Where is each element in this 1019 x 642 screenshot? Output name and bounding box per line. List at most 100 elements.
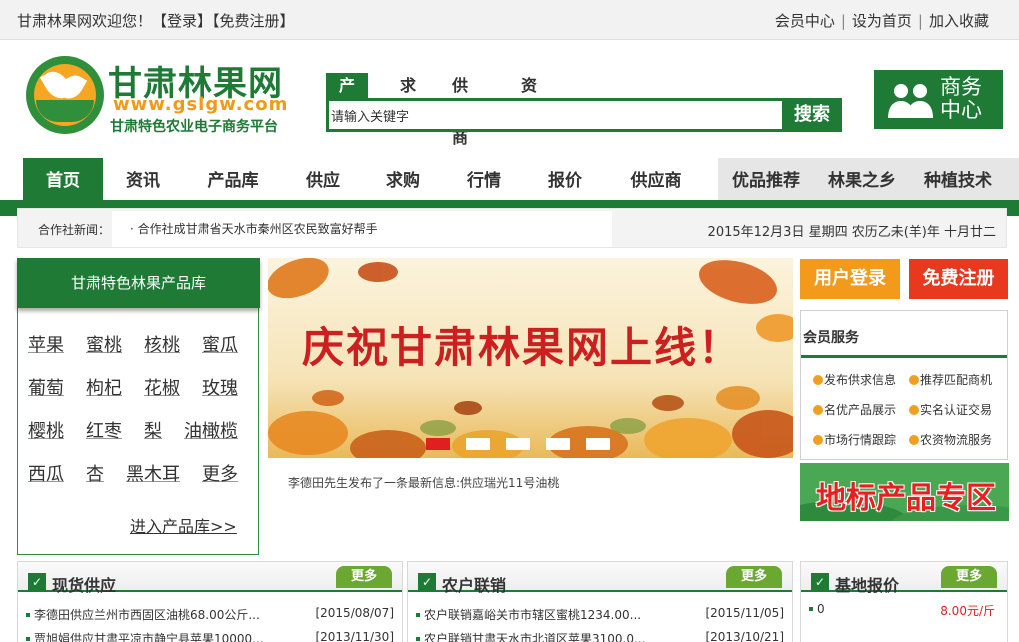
list-item-date: [2015/08/07] bbox=[315, 606, 394, 620]
nav-buy[interactable]: 求购 bbox=[372, 158, 434, 200]
section-header: ✓ 现货供应 更多 bbox=[18, 562, 402, 595]
search-input[interactable] bbox=[329, 101, 785, 129]
list-item-price: 8.00元/斤 bbox=[940, 604, 995, 618]
bullet-icon bbox=[809, 607, 813, 611]
spot-supply-section: ✓ 现货供应 更多 李德田供应兰州市西固区油桃68.00公斤... [2015/0… bbox=[17, 561, 403, 642]
farmer-joint-sales-section: ✓ 农户联销 更多 农户联销嘉峪关市市辖区蜜桃1234.00... [2015/1… bbox=[407, 561, 793, 642]
search-tab-product[interactable]: 产品 bbox=[326, 73, 369, 121]
list-item-text: 李德田供应兰州市西固区油桃68.00公斤... bbox=[34, 608, 260, 622]
member-divider bbox=[801, 355, 1007, 358]
product-link[interactable]: 玫瑰 bbox=[202, 374, 238, 400]
geo-products-banner[interactable]: 地标产品专区 bbox=[800, 463, 1009, 521]
nav-fruit-hometown[interactable]: 林果之乡 bbox=[822, 158, 902, 200]
search-tab-supplier[interactable]: 供应商 bbox=[452, 73, 468, 147]
list-item-text: 贾旭娟供应甘肃平凉市静宁县苹果10000... bbox=[34, 632, 264, 642]
nav-featured-group: 优品推荐 林果之乡 种植技术 bbox=[718, 158, 1019, 200]
free-register-button[interactable]: 免费注册 bbox=[909, 259, 1008, 299]
product-link[interactable]: 核桃 bbox=[144, 331, 180, 357]
search-tab-buy[interactable]: 求购 bbox=[400, 73, 416, 121]
base-quote-section: ✓ 基地报价 更多 0 8.00元/斤 bbox=[800, 561, 1008, 642]
section-title: 基地报价 bbox=[835, 576, 900, 595]
carousel-dot[interactable] bbox=[546, 438, 570, 450]
section-header: ✓ 基地报价 更多 bbox=[801, 562, 1007, 595]
product-library-title[interactable]: 甘肃特色林果产品库 bbox=[17, 258, 260, 308]
list-item[interactable]: 农户联销嘉峪关市市辖区蜜桃1234.00... [2015/11/05] bbox=[416, 606, 784, 626]
list-item-text: 农户联销嘉峪关市市辖区蜜桃1234.00... bbox=[424, 608, 642, 622]
nav-news[interactable]: 资讯 bbox=[112, 158, 174, 200]
product-link[interactable]: 梨 bbox=[144, 417, 162, 443]
nav-supplier[interactable]: 供应商 bbox=[616, 158, 696, 200]
nav-supply[interactable]: 供应 bbox=[292, 158, 354, 200]
login-link[interactable]: 【登录】 bbox=[152, 12, 212, 30]
list-item[interactable]: 贾旭娟供应甘肃平凉市静宁县苹果10000... [2013/11/30] bbox=[26, 630, 394, 642]
banner-headline: 庆祝甘肃林果网上线！ bbox=[302, 323, 743, 372]
set-homepage-link[interactable]: 设为首页 bbox=[852, 12, 912, 30]
latest-info-caption[interactable]: 李德田先生发布了一条最新信息:供应瑞光11号油桃 bbox=[288, 474, 559, 491]
service-link[interactable]: 农资物流服务 bbox=[909, 431, 992, 448]
add-favorite-link[interactable]: 加入收藏 bbox=[929, 12, 989, 30]
list-item[interactable]: 0 8.00元/斤 bbox=[809, 602, 999, 622]
product-link[interactable]: 苹果 bbox=[28, 331, 64, 357]
news-ticker[interactable]: · 合作社成甘肃省天水市秦州区农民致富好帮手 bbox=[112, 211, 612, 247]
top-links: 会员中心 | 设为首页 | 加入收藏 bbox=[775, 10, 989, 31]
nav-planting-tech[interactable]: 种植技术 bbox=[918, 158, 998, 200]
checkmark-icon: ✓ bbox=[418, 573, 436, 591]
product-link[interactable]: 蜜瓜 bbox=[202, 331, 238, 357]
carousel-dot[interactable] bbox=[426, 438, 450, 450]
user-login-button[interactable]: 用户登录 bbox=[800, 259, 900, 299]
service-link[interactable]: 发布供求信息 bbox=[813, 371, 896, 388]
nav-featured-products[interactable]: 优品推荐 bbox=[726, 158, 806, 200]
service-icon bbox=[813, 435, 823, 445]
product-link[interactable]: 樱桃 bbox=[28, 417, 64, 443]
more-button[interactable]: 更多 bbox=[941, 566, 997, 588]
member-center-link[interactable]: 会员中心 bbox=[775, 12, 835, 30]
main-nav: 首页 资讯 产品库 供应 求购 行情 报价 供应商 优品推荐 林果之乡 种植技术 bbox=[0, 158, 1019, 200]
carousel-dot[interactable] bbox=[466, 438, 490, 450]
product-link[interactable]: 油橄榄 bbox=[184, 417, 238, 443]
site-logo-icon[interactable] bbox=[26, 56, 104, 134]
enter-product-library-link[interactable]: 进入产品库>> bbox=[130, 513, 237, 537]
product-link[interactable]: 西瓜 bbox=[28, 460, 64, 486]
product-library-panel: 甘肃特色林果产品库 苹果 蜜桃 核桃 蜜瓜 葡萄 枸杞 花椒 玫瑰 樱桃 红枣 … bbox=[17, 258, 260, 555]
checkmark-icon: ✓ bbox=[28, 573, 46, 591]
business-center-line1: 商务 bbox=[940, 75, 982, 99]
search-box: 搜索 bbox=[326, 98, 842, 132]
carousel-dot[interactable] bbox=[586, 438, 610, 450]
member-services-box: 会员服务 发布供求信息 推荐匹配商机 名优产品展示 实名认证交易 市场行情跟踪 … bbox=[800, 310, 1008, 460]
product-link[interactable]: 红枣 bbox=[86, 417, 122, 443]
section-header: ✓ 农户联销 更多 bbox=[408, 562, 792, 595]
product-link[interactable]: 蜜桃 bbox=[86, 331, 122, 357]
hero-banner[interactable]: 庆祝甘肃林果网上线！ bbox=[268, 258, 793, 458]
service-link[interactable]: 实名认证交易 bbox=[909, 401, 992, 418]
top-bar: 甘肃林果网欢迎您！【登录】【免费注册】 会员中心 | 设为首页 | 加入收藏 bbox=[0, 0, 1019, 40]
list-item[interactable]: 李德田供应兰州市西固区油桃68.00公斤... [2015/08/07] bbox=[26, 606, 394, 626]
service-link[interactable]: 推荐匹配商机 bbox=[909, 371, 992, 388]
service-label: 市场行情跟踪 bbox=[824, 433, 897, 447]
business-center-button[interactable]: 商务 中心 bbox=[874, 70, 1003, 129]
news-label: 合作社新闻： bbox=[38, 223, 111, 237]
nav-home[interactable]: 首页 bbox=[23, 158, 103, 200]
carousel-dot[interactable] bbox=[506, 438, 530, 450]
nav-quote[interactable]: 报价 bbox=[534, 158, 596, 200]
member-services-title: 会员服务 bbox=[803, 330, 859, 346]
search-button[interactable]: 搜索 bbox=[782, 98, 842, 132]
news-bar: 合作社新闻： · 合作社成甘肃省天水市秦州区农民致富好帮手 2015年12月3日… bbox=[17, 208, 1007, 248]
product-link[interactable]: 黑木耳 bbox=[126, 460, 180, 486]
service-link[interactable]: 名优产品展示 bbox=[813, 401, 896, 418]
search-tab-news[interactable]: 资讯 bbox=[521, 73, 537, 121]
product-link[interactable]: 花椒 bbox=[144, 374, 180, 400]
register-link[interactable]: 【免费注册】 bbox=[212, 12, 295, 30]
more-button[interactable]: 更多 bbox=[336, 566, 392, 588]
product-link[interactable]: 葡萄 bbox=[28, 374, 64, 400]
current-date: 2015年12月3日 星期四 农历乙未(羊)年 十月廿二 bbox=[707, 225, 996, 240]
list-item[interactable]: 农户联销甘肃天水市北道区苹果3100.0... [2013/10/21] bbox=[416, 630, 784, 642]
more-products-link[interactable]: 更多 bbox=[202, 460, 238, 486]
product-link[interactable]: 杏 bbox=[86, 460, 104, 486]
more-button[interactable]: 更多 bbox=[726, 566, 782, 588]
product-link[interactable]: 枸杞 bbox=[86, 374, 122, 400]
service-link[interactable]: 市场行情跟踪 bbox=[813, 431, 896, 448]
nav-product-library[interactable]: 产品库 bbox=[195, 158, 271, 200]
nav-market[interactable]: 行情 bbox=[453, 158, 515, 200]
list-item-date: [2013/11/30] bbox=[315, 630, 394, 642]
service-icon bbox=[909, 405, 919, 415]
